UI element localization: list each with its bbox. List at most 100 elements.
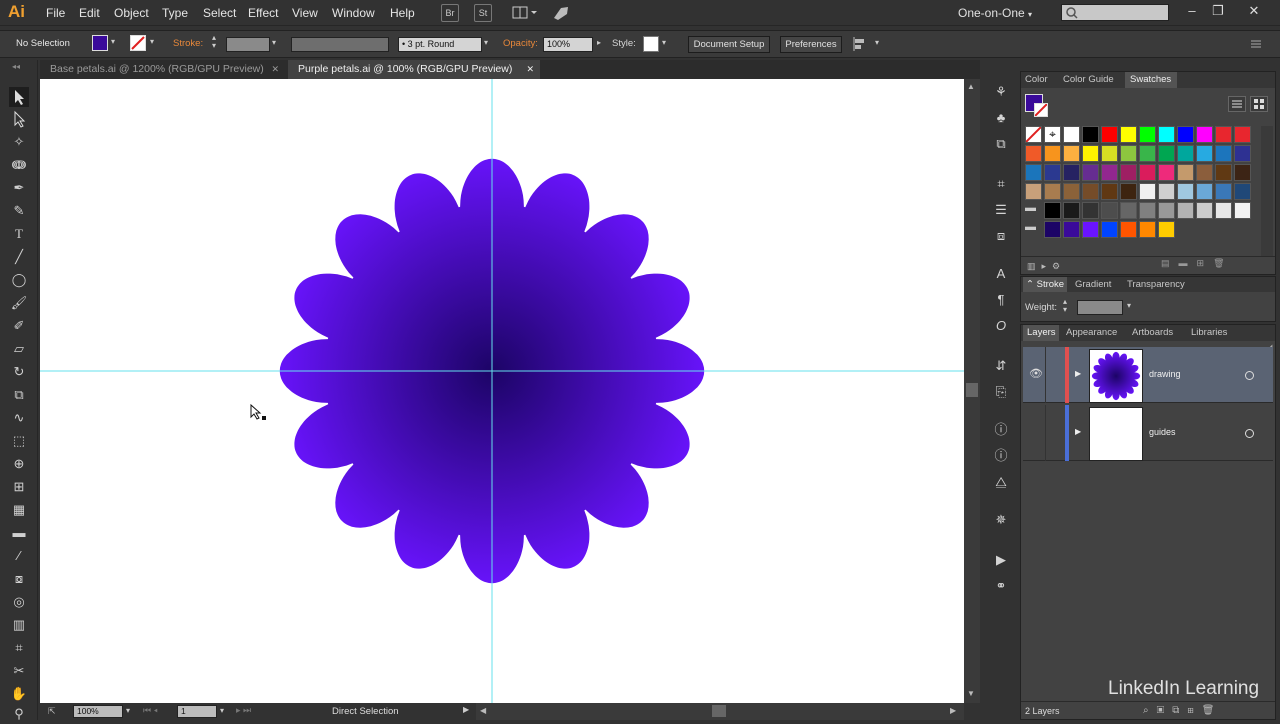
status-menu-arrow-icon[interactable]: ▶ xyxy=(463,705,469,714)
zoom-dropdown[interactable]: ▾ xyxy=(126,704,130,718)
menu-type[interactable]: Type xyxy=(162,0,188,26)
color-swatch[interactable] xyxy=(1177,164,1194,181)
lasso-tool-icon[interactable]: ↈ xyxy=(9,155,29,175)
color-swatch[interactable] xyxy=(1082,202,1099,219)
workspace-switcher[interactable]: One-on-One ▾ xyxy=(958,0,1032,26)
color-swatch[interactable] xyxy=(1082,183,1099,200)
align-options-icon[interactable] xyxy=(853,36,869,52)
tab-base-petals[interactable]: Base petals.ai @ 1200% (RGB/GPU Preview)… xyxy=(40,60,285,79)
horizontal-scroll-thumb[interactable] xyxy=(712,705,726,717)
pen-tool-icon[interactable]: ✒ xyxy=(9,178,29,198)
share-icon[interactable]: ⇱ xyxy=(48,706,56,717)
target-circle-icon[interactable] xyxy=(1245,429,1254,438)
rotate-tool-icon[interactable]: ↻ xyxy=(9,362,29,382)
color-swatch[interactable] xyxy=(1158,164,1175,181)
color-swatch[interactable] xyxy=(1044,145,1061,162)
weight-dropdown[interactable]: ▾ xyxy=(1127,299,1131,313)
color-swatch[interactable] xyxy=(1044,183,1061,200)
document-setup-button[interactable]: Document Setup xyxy=(688,36,770,53)
close-window-button[interactable]: ✕ xyxy=(1243,2,1265,20)
swatch-actions[interactable]: ▤▬⊞🗑 xyxy=(1161,258,1234,269)
direct-selection-tool-icon[interactable] xyxy=(9,109,29,129)
color-swatch[interactable] xyxy=(1044,221,1061,238)
color-swatch[interactable] xyxy=(1139,183,1156,200)
eye-visibility-icon[interactable]: 👁 xyxy=(1029,367,1043,380)
magic-wand-tool-icon[interactable]: ✧ xyxy=(9,132,29,152)
color-swatch[interactable] xyxy=(1063,145,1080,162)
color-swatch[interactable] xyxy=(1139,145,1156,162)
color-swatch[interactable] xyxy=(1063,221,1080,238)
fill-dropdown-icon[interactable]: ▾ xyxy=(111,35,115,49)
stroke-weight-dropdown[interactable]: ▾ xyxy=(272,36,276,50)
color-swatch[interactable] xyxy=(1158,126,1175,143)
maximize-button[interactable]: ❐ xyxy=(1207,2,1229,20)
menu-effect[interactable]: Effect xyxy=(248,0,278,26)
scroll-left-arrow-icon[interactable]: ◀ xyxy=(480,706,486,715)
links-panel-icon[interactable]: ⚭ xyxy=(990,576,1012,596)
character-panel-icon[interactable]: A xyxy=(990,264,1012,284)
shape-builder-tool-icon[interactable]: ⊕ xyxy=(9,454,29,474)
color-swatch[interactable] xyxy=(1101,145,1118,162)
new-layer-icon[interactable]: ⊞ xyxy=(1187,705,1201,716)
collapse-toolbar-icon[interactable]: ◂◂ xyxy=(12,63,26,71)
column-graph-tool-icon[interactable]: ▥ xyxy=(9,615,29,635)
color-swatch[interactable] xyxy=(1101,221,1118,238)
color-swatch[interactable] xyxy=(1082,126,1099,143)
color-swatch[interactable] xyxy=(1196,126,1213,143)
opacity-arrow-icon[interactable]: ▸ xyxy=(597,36,601,50)
menu-edit[interactable]: Edit xyxy=(79,0,100,26)
tab-stroke[interactable]: ⌃ Stroke xyxy=(1023,277,1067,292)
tab-appearance[interactable]: Appearance xyxy=(1066,325,1117,341)
list-view-icon[interactable] xyxy=(1228,96,1246,112)
weight-field[interactable] xyxy=(1077,300,1123,315)
show-swatch-kinds-icon[interactable]: ▸ xyxy=(1042,261,1053,271)
locate-object-icon[interactable]: ⌕ xyxy=(1143,705,1157,716)
swatch-scrollbar[interactable] xyxy=(1261,126,1273,256)
swatch-options-icon[interactable]: ⚙ xyxy=(1052,261,1066,271)
tab-artboards[interactable]: Artboards xyxy=(1132,325,1173,341)
scale-tool-icon[interactable]: ⧉ xyxy=(9,385,29,405)
color-swatch[interactable] xyxy=(1234,126,1251,143)
layer-name[interactable]: drawing xyxy=(1149,369,1181,379)
color-swatch[interactable] xyxy=(1215,126,1232,143)
color-swatch[interactable] xyxy=(1025,145,1042,162)
image-trace-panel-icon[interactable]: ⧋ xyxy=(990,472,1012,492)
vertical-scrollbar[interactable]: ▲ ▼ xyxy=(964,79,980,703)
layer-name[interactable]: guides xyxy=(1149,427,1176,437)
color-swatch[interactable] xyxy=(1025,126,1042,143)
layer-actions[interactable]: ⌕▣⧉⊞🗑 xyxy=(1143,705,1222,716)
tab-transparency[interactable]: Transparency xyxy=(1127,277,1185,292)
bridge-button[interactable]: Br xyxy=(441,4,459,22)
expand-layer-arrow-icon[interactable]: ▶ xyxy=(1075,427,1081,436)
swatch-folder-icon[interactable]: ▬ xyxy=(1025,202,1042,219)
first-artboard-icon[interactable]: ⏮ ◂ xyxy=(143,705,158,716)
new-sublayer-icon[interactable]: ⧉ xyxy=(1172,705,1187,716)
document-info-panel-icon[interactable]: ⓘ xyxy=(990,446,1012,466)
graphic-styles-panel-icon[interactable]: ⧉ xyxy=(990,134,1012,154)
color-swatch[interactable] xyxy=(1234,202,1251,219)
color-swatch[interactable] xyxy=(1196,164,1213,181)
selection-tool-icon[interactable] xyxy=(9,87,29,107)
color-swatch[interactable] xyxy=(1063,126,1080,143)
zoom-tool-icon[interactable]: ⚲ xyxy=(9,704,29,724)
style-dropdown[interactable]: ▾ xyxy=(662,36,666,50)
color-swatch[interactable] xyxy=(1215,202,1232,219)
horizontal-scrollbar[interactable]: ◀ ▶ xyxy=(476,703,964,720)
tab-layers[interactable]: Layers xyxy=(1023,325,1059,341)
ellipse-tool-icon[interactable]: ◯ xyxy=(9,270,29,290)
control-menu-dropdown[interactable]: ▾ xyxy=(875,36,879,50)
color-swatch[interactable]: ⌖ xyxy=(1044,126,1061,143)
weight-stepper[interactable]: ▴ ▾ xyxy=(1063,298,1067,314)
pathfinder-panel-icon[interactable]: ⧈ xyxy=(990,226,1012,246)
brush-dropdown[interactable]: ▾ xyxy=(484,36,488,50)
layer-row-drawing[interactable]: 👁 ▶ drawing xyxy=(1023,347,1273,403)
brush-definition-field[interactable]: • 3 pt. Round xyxy=(398,37,482,52)
eyedropper-tool-icon[interactable]: ⁄ xyxy=(9,546,29,566)
swatch-libraries-icon[interactable]: ▥ xyxy=(1027,261,1042,271)
color-swatch[interactable] xyxy=(1120,145,1137,162)
stock-button[interactable]: St xyxy=(474,4,492,22)
new-folder-icon[interactable]: ▬ xyxy=(1179,258,1197,268)
symbols-panel-icon[interactable]: ♣ xyxy=(990,108,1012,128)
opacity-label[interactable]: Opacity: xyxy=(503,37,538,51)
last-artboard-icon[interactable]: ▸ ⏭ xyxy=(236,705,251,716)
